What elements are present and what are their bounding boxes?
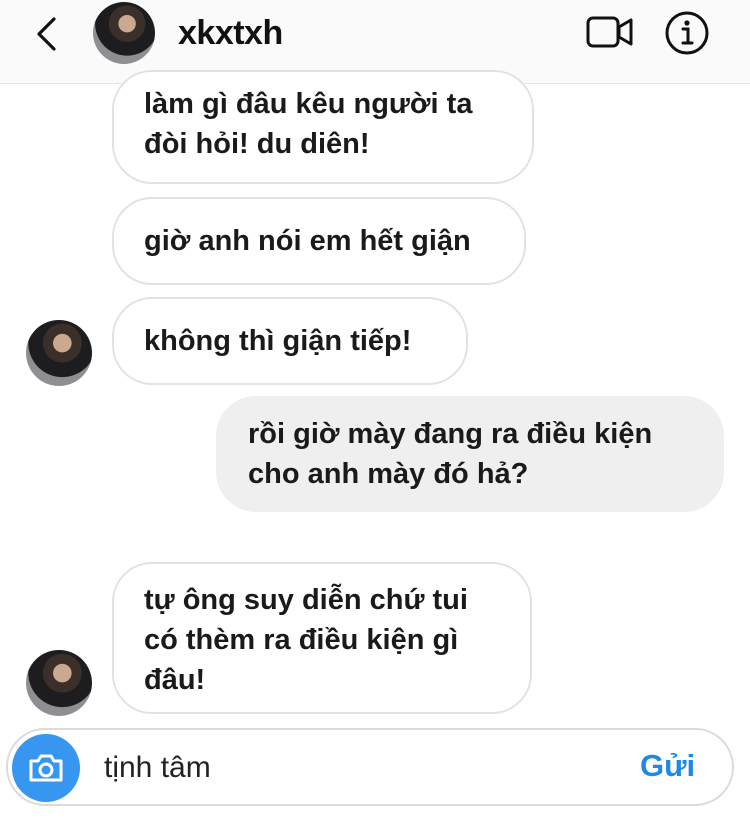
message-input-container[interactable]: Gửi [6,728,734,806]
message-line: làm gì đâu kêu người ta [144,88,473,120]
message-line: đòi hỏi! du diên! [144,128,370,160]
message-bubble-received[interactable]: giờ anh nói em hết giận [112,197,526,285]
contact-username[interactable]: xkxtxh [178,14,283,53]
message-line: tự ông suy diễn chứ tui [144,584,468,616]
message-bubble-sent[interactable]: rồi giờ mày đang ra điều kiện cho anh mà… [216,396,724,512]
send-button[interactable]: Gửi [640,748,695,784]
message-line: cho anh mày đó hả? [248,458,529,490]
message-line: đâu! [144,664,206,696]
info-button[interactable] [664,10,710,56]
message-input[interactable] [104,748,604,788]
message-bubble-received[interactable]: không thì giận tiếp! [112,297,468,385]
message-bubble-received[interactable]: tự ông suy diễn chứ tui có thèm ra điều … [112,562,532,714]
contact-avatar[interactable] [93,2,155,64]
message-composer: Gửi [0,724,750,834]
back-button[interactable] [28,14,64,54]
message-bubble-received[interactable]: làm gì đâu kêu người ta đòi hỏi! du diên… [112,70,534,184]
video-call-icon [586,16,633,48]
sender-avatar[interactable] [26,320,92,386]
camera-icon [29,754,63,782]
chevron-left-icon [37,17,56,51]
info-icon [665,11,709,55]
message-line: giờ anh nói em hết giận [144,225,471,257]
message-list[interactable]: làm gì đâu kêu người ta đòi hỏi! du diên… [0,70,750,724]
video-call-button[interactable] [585,12,635,52]
camera-button[interactable] [12,734,80,802]
message-line: có thèm ra điều kiện gì [144,624,459,656]
sender-avatar[interactable] [26,650,92,716]
message-line: không thì giận tiếp! [144,325,412,357]
message-line: rồi giờ mày đang ra điều kiện [248,418,653,450]
